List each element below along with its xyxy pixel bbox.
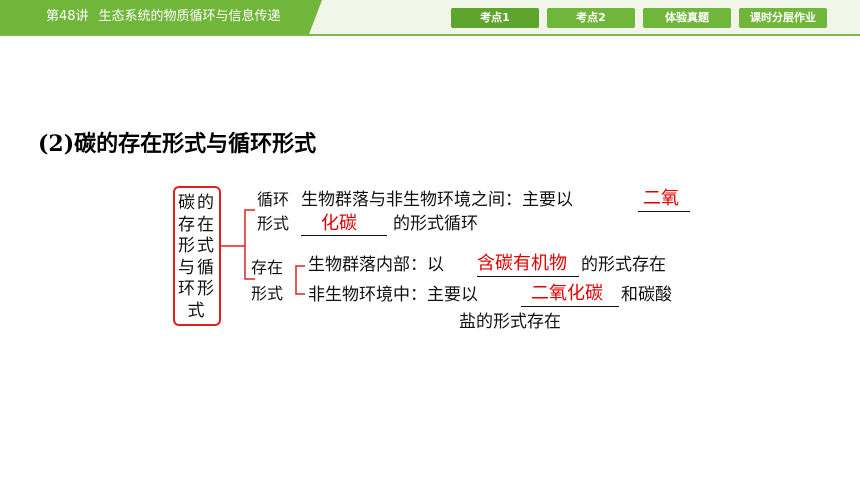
lesson-title: 生态系统的物质循环与信息传递 [98,9,281,24]
existence-row3-text: 盐的形式存在 [459,312,561,332]
header-divider [0,34,860,36]
tab-homework[interactable]: 课时分层作业 [739,8,827,28]
answer-blank-1a [638,211,690,212]
circulation-text-b: 的形式循环 [393,214,478,234]
circulation-text-a: 生物群落与非生物环境之间：主要以 [301,190,573,210]
existence-row1-prefix: 生物群落内部：以 [308,255,444,275]
tab-kaodian-1[interactable]: 考点1 [451,8,539,28]
tab-kaodian-2[interactable]: 考点2 [547,8,635,28]
existence-label-2: 形式 [251,284,284,303]
lesson-title-tab: 第48讲 生态系统的物质循环与信息传递 [0,0,322,34]
circulation-label-2: 形式 [257,214,290,233]
answer-blank-2 [477,276,579,277]
existence-row2-suffix: 和碳酸 [621,285,672,305]
section-heading: (2)碳的存在形式与循环形式 [38,131,317,157]
existence-label-1: 存在 [251,258,284,277]
carbon-form-diagram: 碳的 存在 形式 与循 环形 式 循环 形式 生物群落与非生物环境之间：主要以 … [165,180,695,340]
tab-real-exam[interactable]: 体验真题 [643,8,731,28]
circulation-label-1: 循环 [257,190,290,209]
answer-organic-carbon: 含碳有机物 [477,253,567,274]
answer-co2-part2: 化碳 [321,213,357,234]
answer-co2-existence: 二氧化碳 [531,283,603,304]
answer-co2-part1: 二氧 [643,188,679,209]
answer-blank-1b [301,235,387,236]
existence-row2-prefix: 非生物环境中：主要以 [308,285,478,305]
lesson-number: 第48讲 [46,9,89,24]
answer-blank-3 [521,306,619,307]
existence-row1-suffix: 的形式存在 [581,255,666,275]
